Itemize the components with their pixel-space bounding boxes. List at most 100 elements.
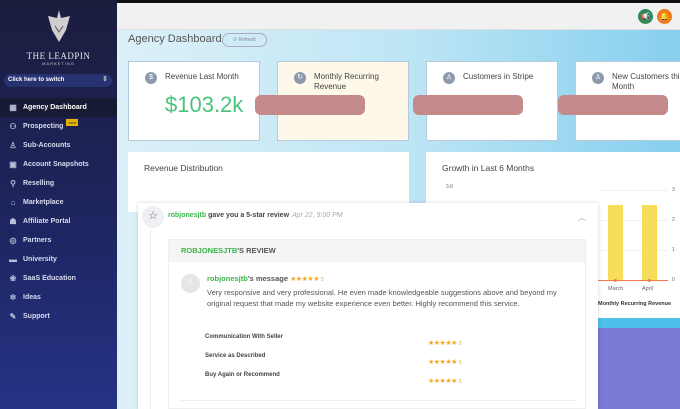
card-icon: ♙ (592, 72, 604, 84)
review-box: ROBJONESJTB'S REVIEW R robjonesjtb's mes… (168, 239, 586, 409)
handshake-icon: ◎ (9, 236, 17, 245)
redaction (255, 95, 365, 115)
card-label: Revenue Last Month (165, 72, 239, 81)
sidebar-item-label: SaaS Education (23, 275, 76, 282)
rating-stars: ★★★★★ (428, 378, 457, 385)
account-switcher[interactable]: Click here to switch ⇕ (4, 74, 112, 87)
graduation-cap-icon: ▬ (9, 255, 17, 264)
rating-stars: ★★★★★ (428, 359, 457, 366)
review-action: gave you a 5-star review (208, 212, 290, 219)
card-value: $103.2k (165, 92, 244, 117)
y-tick-label: 2 (672, 217, 675, 223)
panel-title: Revenue Distribution (144, 163, 223, 173)
redaction (558, 95, 668, 115)
sidebar-nav: ▦ Agency Dashboard ⚇ Prospecting new ♙ Sub-Acc… (0, 98, 117, 326)
reselling-icon: ⚲ (10, 179, 16, 188)
sidebar-item-label: University (23, 256, 57, 263)
top-bar: 📢 🔔 (117, 0, 680, 30)
page-title: Agency Dashboard (128, 33, 222, 45)
sidebar-item-affiliate-portal[interactable]: ☗ Affiliate Portal (0, 212, 117, 231)
wrench-icon: ✎ (9, 312, 17, 321)
gridline (598, 190, 668, 191)
sidebar-item-reselling[interactable]: ⚲ Reselling (0, 174, 117, 193)
card-label: New Customers this Month (612, 72, 680, 91)
line-point (614, 278, 617, 282)
card-label: Monthly Recurring Revenue (314, 72, 379, 91)
review-header: robjonesjtb gave you a 5-star review Apr … (168, 212, 343, 219)
review-notification: ☆ robjonesjtb gave you a 5-star review Ap… (138, 203, 598, 409)
bar-march (608, 205, 623, 280)
card-label: Customers in Stripe (463, 72, 534, 81)
megaphone-icon[interactable]: 📢 (638, 9, 653, 24)
rating-stars: ★★★★★ (290, 276, 319, 283)
sidebar-item-support[interactable]: ✎ Support (0, 307, 117, 326)
collapse-chevron-icon[interactable]: ︿ (578, 212, 586, 223)
purple-widget (598, 318, 680, 409)
sidebar-item-saas-education[interactable]: ❀ SaaS Education (0, 269, 117, 288)
avatar: R (181, 274, 200, 293)
rating-value: 5 (458, 360, 462, 366)
sidebar-item-label: Marketplace (23, 199, 64, 206)
criteria-rating: ★★★★★ 5 (428, 351, 462, 369)
message-label: 's message (247, 274, 288, 283)
bell-icon[interactable]: 🔔 (657, 9, 672, 24)
sidebar-item-ideas[interactable]: ✲ Ideas (0, 288, 117, 307)
criteria-label: Service as Described (205, 353, 266, 359)
switch-label: Click here to switch (8, 77, 65, 83)
logo-subtext: MARKETING (42, 61, 75, 66)
divider (181, 400, 576, 401)
bar-april (642, 205, 657, 280)
affiliate-icon: ☗ (9, 217, 17, 226)
snapshot-icon: ▣ (9, 160, 17, 169)
criteria-rating: ★★★★★ 5 (428, 370, 462, 388)
sidebar-item-label: Prospecting (23, 123, 64, 130)
sidebar-item-label: Ideas (23, 294, 41, 301)
rating-value: 5 (458, 341, 462, 347)
review-box-suffix: 'S REVIEW (237, 246, 276, 255)
review-date: Apr 22, 9:00 PM (292, 212, 343, 219)
education-icon: ❀ (9, 274, 17, 283)
prospecting-icon: ⚇ (9, 122, 17, 131)
bag-icon: ⌂ (10, 198, 16, 207)
user-icon: ♙ (9, 141, 17, 150)
stat-card: $ Revenue Last Month $103.2k (128, 61, 260, 141)
chevron-updown-icon: ⇕ (102, 76, 108, 83)
card-icon: $ (145, 72, 157, 84)
growth-chart: 3 2 1 0 March April Monthly Recurring Revenue (598, 187, 680, 318)
logo-emblem-icon (47, 10, 70, 42)
panel-title: Growth in Last 6 Months (442, 163, 535, 173)
sidebar-item-account-snapshots[interactable]: ▣ Account Snapshots (0, 155, 117, 174)
card-icon: ↻ (294, 72, 306, 84)
sidebar-item-prospecting[interactable]: ⚇ Prospecting new (0, 117, 117, 136)
divider (150, 229, 151, 409)
review-box-user: ROBJONESJTB (181, 246, 238, 255)
logo-text: THE LEADPIN (26, 51, 91, 61)
chart-legend-label: Monthly Recurring Revenue (598, 301, 672, 307)
y-tick-label: 3.6 (446, 184, 453, 190)
sidebar-item-university[interactable]: ▬ University (0, 250, 117, 269)
sidebar-item-marketplace[interactable]: ⌂ Marketplace (0, 193, 117, 212)
criteria-label: Buy Again or Recommend (205, 372, 280, 378)
sidebar-item-agency-dashboard[interactable]: ▦ Agency Dashboard (0, 98, 117, 117)
rating-stars: ★★★★★ (428, 340, 457, 347)
message-user: robjonesjtb (207, 274, 248, 283)
sidebar-item-label: Affiliate Portal (23, 218, 71, 225)
x-tick-label: March (608, 286, 624, 292)
redaction (413, 95, 523, 115)
review-text: Very responsive and very professional. H… (207, 287, 557, 309)
criteria-rating: ★★★★★ 5 (428, 332, 462, 350)
refresh-button[interactable]: ⟳ Refresh (222, 33, 267, 47)
line-point (648, 278, 651, 282)
series-line (598, 280, 668, 281)
sidebar-item-label: Support (23, 313, 50, 320)
sidebar-item-label: Agency Dashboard (23, 104, 87, 111)
reviewer-link[interactable]: robjonesjtb (168, 212, 206, 219)
sidebar-item-sub-accounts[interactable]: ♙ Sub-Accounts (0, 136, 117, 155)
new-badge: new (66, 119, 79, 126)
criteria-label: Communication With Seller (205, 334, 283, 340)
sidebar-item-label: Reselling (23, 180, 55, 187)
review-box-header: ROBJONESJTB'S REVIEW (169, 240, 585, 262)
y-tick-label: 0 (672, 277, 675, 283)
x-tick-label: April (642, 286, 654, 292)
sidebar-item-partners[interactable]: ◎ Partners (0, 231, 117, 250)
